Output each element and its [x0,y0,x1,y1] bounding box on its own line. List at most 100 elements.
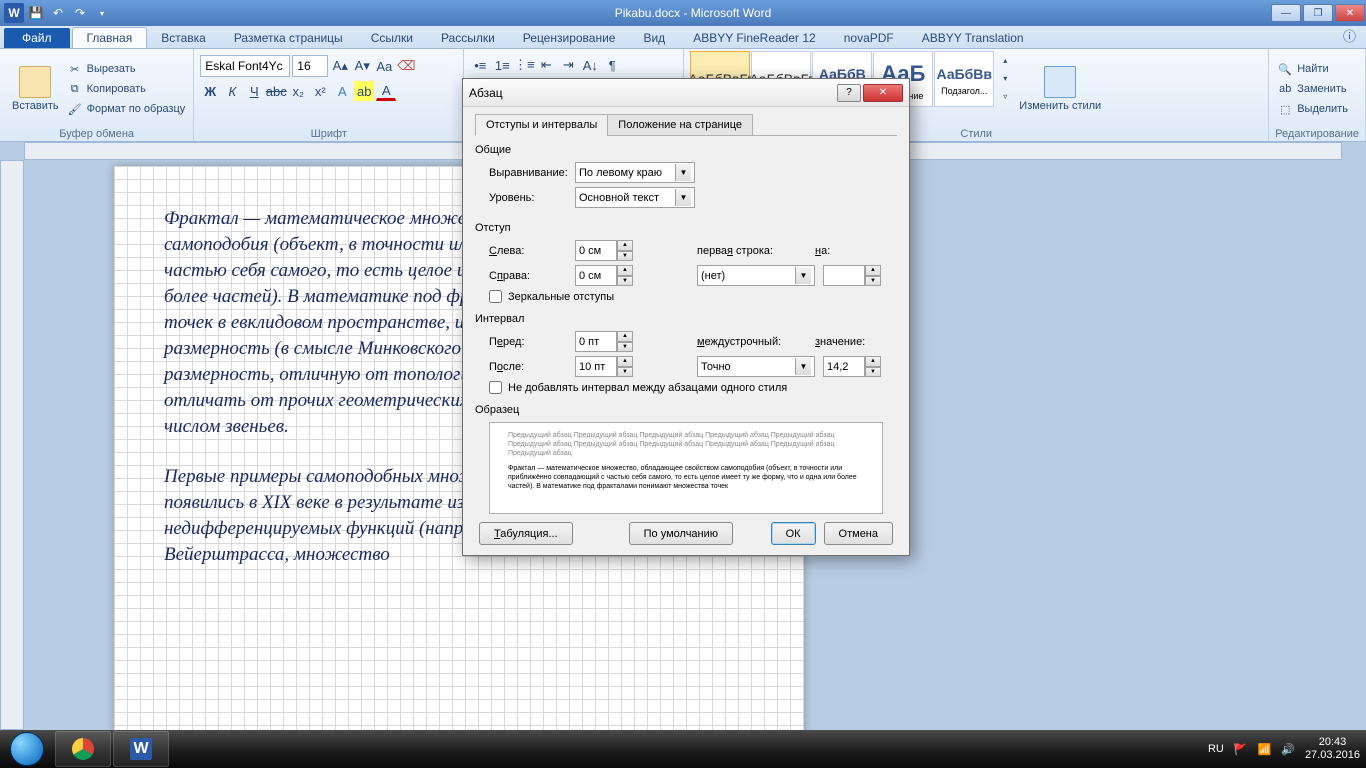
start-button[interactable] [0,730,54,768]
bold-icon[interactable]: Ж [200,81,220,101]
tabs-button[interactable]: Табуляция... [479,522,573,545]
close-button[interactable]: ✕ [1335,4,1365,22]
spin-up-icon[interactable]: ▲ [617,265,633,276]
copy-icon: ⧉ [67,81,83,97]
superscript-icon[interactable]: x² [310,81,330,101]
tray-flag-icon[interactable]: 🚩 [1234,743,1248,756]
tab-abbyy-fr[interactable]: ABBYY FineReader 12 [679,28,830,48]
after-spinner[interactable]: ▲▼ [575,356,633,377]
cancel-button[interactable]: Отмена [824,522,893,545]
change-case-icon[interactable]: Aa [374,56,394,76]
maximize-button[interactable]: ❐ [1303,4,1333,22]
cut-button[interactable]: ✂Вырезать [65,60,188,78]
tab-page-layout[interactable]: Разметка страницы [220,28,357,48]
font-color-icon[interactable]: A [376,81,396,101]
show-marks-icon[interactable]: ¶ [602,55,622,75]
italic-icon[interactable]: К [222,81,242,101]
default-button[interactable]: По умолчанию [629,522,733,545]
spin-down-icon[interactable]: ▼ [617,342,633,353]
styles-expand-icon[interactable]: ▿ [995,87,1015,105]
strike-icon[interactable]: abc [266,81,286,101]
tray-clock[interactable]: 20:43 27.03.2016 [1305,736,1360,762]
underline-icon[interactable]: Ч [244,81,264,101]
multilevel-icon[interactable]: ⋮≡ [514,55,534,75]
no-add-space-checkbox[interactable]: Не добавлять интервал между абзацами одн… [489,381,897,394]
line-spacing-combo[interactable]: Точно▼ [697,356,815,377]
spin-down-icon[interactable]: ▼ [865,367,881,378]
find-button[interactable]: 🔍Найти [1275,60,1350,78]
replace-button[interactable]: abЗаменить [1275,80,1350,98]
paste-button[interactable]: Вставить [6,51,65,127]
qat-customize-icon[interactable]: ▾ [92,3,112,23]
alignment-combo[interactable]: По левому краю▼ [575,162,695,183]
select-button[interactable]: ⬚Выделить [1275,100,1350,118]
spin-down-icon[interactable]: ▼ [865,276,881,287]
vertical-ruler[interactable] [0,160,24,730]
spin-up-icon[interactable]: ▲ [617,356,633,367]
dialog-titlebar[interactable]: Абзац ? ✕ [463,79,909,107]
redo-icon[interactable]: ↷ [70,3,90,23]
shrink-font-icon[interactable]: A▾ [352,56,372,76]
spin-down-icon[interactable]: ▼ [617,367,633,378]
tray-lang[interactable]: RU [1208,743,1224,755]
font-name-combo[interactable] [200,55,290,77]
sort-icon[interactable]: A↓ [580,55,600,75]
mirror-indents-checkbox[interactable]: Зеркальные отступы [489,290,897,303]
font-size-combo[interactable] [292,55,328,77]
bullets-icon[interactable]: •≡ [470,55,490,75]
minimize-button[interactable]: — [1271,4,1301,22]
help-icon[interactable]: ⓘ [1333,23,1366,48]
highlight-icon[interactable]: ab [354,81,374,101]
ok-button[interactable]: ОК [771,522,816,545]
spin-up-icon[interactable]: ▲ [617,240,633,251]
style-subtitle[interactable]: АаБбВвПодзагол... [934,51,994,107]
grow-font-icon[interactable]: A▴ [330,56,350,76]
spin-down-icon[interactable]: ▼ [617,251,633,262]
tab-home[interactable]: Главная [72,27,148,48]
task-chrome[interactable] [55,731,111,767]
first-line-label: первая строка: [697,245,807,257]
indent-right-spinner[interactable]: ▲▼ [575,265,633,286]
spin-up-icon[interactable]: ▲ [865,265,881,276]
level-combo[interactable]: Основной текст▼ [575,187,695,208]
copy-button[interactable]: ⧉Копировать [65,80,188,98]
text-effects-icon[interactable]: A [332,81,352,101]
tab-review[interactable]: Рецензирование [509,28,630,48]
tab-view[interactable]: Вид [629,28,679,48]
dialog-tab-indents[interactable]: Отступы и интервалы [475,114,608,136]
indent-left-spinner[interactable]: ▲▼ [575,240,633,261]
spin-up-icon[interactable]: ▲ [617,331,633,342]
before-spinner[interactable]: ▲▼ [575,331,633,352]
subscript-icon[interactable]: x₂ [288,81,308,101]
styles-scroll-down-icon[interactable]: ▾ [995,69,1015,87]
clear-format-icon[interactable]: ⌫ [396,56,416,76]
first-line-combo[interactable]: (нет)▼ [697,265,815,286]
dialog-title: Абзац [469,86,835,100]
change-styles-button[interactable]: Изменить стили [1013,51,1107,127]
tray-volume-icon[interactable]: 🔊 [1281,743,1295,756]
dialog-tab-position[interactable]: Положение на странице [607,114,753,136]
increase-indent-icon[interactable]: ⇥ [558,55,578,75]
tab-insert[interactable]: Вставка [147,28,220,48]
tab-references[interactable]: Ссылки [357,28,427,48]
by-spinner[interactable]: ▲▼ [823,265,881,286]
styles-scroll-up-icon[interactable]: ▴ [995,51,1015,69]
at-spinner[interactable]: ▲▼ [823,356,881,377]
decrease-indent-icon[interactable]: ⇤ [536,55,556,75]
spin-down-icon[interactable]: ▼ [617,276,633,287]
word-icon: W [4,3,24,23]
tab-novapdf[interactable]: novaPDF [830,28,908,48]
tab-mailings[interactable]: Рассылки [427,28,509,48]
format-painter-button[interactable]: 🖌Формат по образцу [65,100,188,118]
task-word[interactable]: W [113,731,169,767]
dialog-help-button[interactable]: ? [837,84,861,102]
tray-network-icon[interactable]: 📶 [1258,743,1272,756]
undo-icon[interactable]: ↶ [48,3,68,23]
save-icon[interactable]: 💾 [26,3,46,23]
level-label: Уровень: [489,192,567,204]
numbering-icon[interactable]: 1≡ [492,55,512,75]
dialog-close-button[interactable]: ✕ [863,84,903,102]
spin-up-icon[interactable]: ▲ [865,356,881,367]
file-tab[interactable]: Файл [4,28,70,48]
tab-abbyy-tr[interactable]: ABBYY Translation [908,28,1038,48]
